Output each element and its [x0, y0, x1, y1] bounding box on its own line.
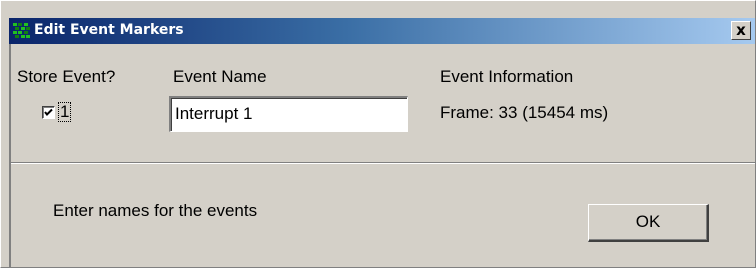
event-information-header: Event Information [440, 67, 574, 86]
event-information-value: Frame: 33 (15454 ms) [440, 103, 609, 122]
event-name-value: Interrupt 1 [175, 104, 253, 123]
instruction-text: Enter names for the events [53, 201, 258, 220]
checkmark-icon [44, 108, 53, 116]
ok-button[interactable]: OK [588, 204, 709, 242]
title-bar[interactable]: Edit Event Markers x [9, 18, 755, 44]
app-grid-icon [13, 23, 30, 38]
close-icon: x [736, 21, 746, 39]
group-divider [11, 163, 755, 164]
edit-event-markers-dialog: Edit Event Markers x Store Event? Event … [0, 0, 756, 268]
close-button[interactable]: x [731, 21, 751, 40]
window-title: Edit Event Markers [34, 22, 184, 38]
event-name-header: Event Name [173, 67, 267, 86]
event-name-input[interactable]: Interrupt 1 [169, 96, 408, 132]
store-event-checkbox[interactable] [42, 106, 55, 119]
store-event-header: Store Event? [17, 67, 116, 86]
event-index-label[interactable]: 1 [57, 102, 72, 122]
